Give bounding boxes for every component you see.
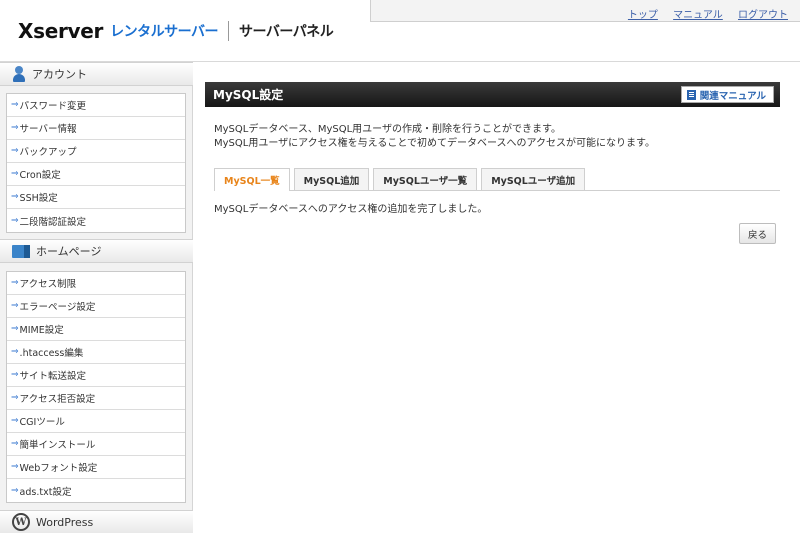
back-button[interactable]: 戻る [739,223,776,244]
arrow-icon: ⇒ [11,324,19,334]
top-links: トップ マニュアル ログアウト [616,6,788,21]
page-title-bar: MySQL設定 関連マニュアル [205,82,780,107]
arrow-icon: ⇒ [11,347,19,357]
sidebar-section-account: アカウント [0,62,193,86]
sidebar-item-cgi-tools[interactable]: ⇒ CGIツール [7,410,185,433]
sidebar-item-cron[interactable]: ⇒ Cron設定 [7,163,185,186]
logo-server-panel: サーバーパネル [239,24,334,40]
arrow-icon: ⇒ [11,215,19,226]
sidebar-item-mime[interactable]: ⇒ MIME設定 [7,318,185,341]
sidebar-item-easy-install[interactable]: ⇒ 簡単インストール [7,433,185,456]
header: トップ マニュアル ログアウト Xserver レンタルサーバー サーバーパネル [0,0,800,62]
sidebar-item-server-info[interactable]: ⇒ サーバー情報 [7,117,185,140]
sidebar-item-access-deny[interactable]: ⇒ アクセス拒否設定 [7,387,185,410]
sidebar-item-label: アクセス拒否設定 [19,394,96,405]
logo-xserver: Xserver [18,19,104,43]
description-line: MySQL用ユーザにアクセス権を与えることで初めてデータベースへのアクセスが可能… [214,138,656,149]
page-description: MySQLデータベース、MySQL用ユーザの作成・削除を行うことができます。 M… [214,123,780,151]
description-line: MySQLデータベース、MySQL用ユーザの作成・削除を行うことができます。 [214,124,561,135]
tab-mysql-add[interactable]: MySQL追加 [293,168,370,190]
related-manual-label: 関連マニュアル [699,90,766,102]
arrow-icon: ⇒ [11,485,19,496]
sidebar-item-htaccess[interactable]: ⇒ .htaccess編集 [7,341,185,364]
sidebar-section-title: ホームページ [36,245,102,258]
page-title: MySQL設定 [213,88,284,102]
logout-link[interactable]: ログアウト [738,10,788,21]
manual-link[interactable]: マニュアル [673,10,723,21]
logo[interactable]: Xserver レンタルサーバー サーバーパネル [18,18,334,44]
sidebar-homepage-list: ⇒ アクセス制限 ⇒ エラーページ設定 ⇒ MIME設定 ⇒ .htaccess編集 ⇒… [6,271,186,503]
account-icon [12,66,26,82]
sidebar-item-label: CGIツール [19,417,65,428]
sidebar-item-ssh[interactable]: ⇒ SSH設定 [7,186,185,209]
sidebar-item-access-restriction[interactable]: ⇒ アクセス制限 [7,272,185,295]
sidebar-item-label: ads.txt設定 [19,486,72,498]
sidebar-item-label: Webフォント設定 [19,463,98,474]
completion-message: MySQLデータベースへのアクセス権の追加を完了しました。 [214,204,488,215]
arrow-icon: ⇒ [11,278,19,288]
sidebar-section-homepage: ホームページ [0,239,193,263]
sidebar-item-label: Cron設定 [19,170,61,181]
sidebar-item-label: パスワード変更 [19,101,87,112]
sidebar-item-label: 二段階認証設定 [19,216,87,228]
tab-mysql-user-add[interactable]: MySQLユーザ追加 [481,168,586,190]
arrow-icon: ⇒ [11,370,19,380]
logo-rental-server: レンタルサーバー [110,24,218,40]
arrow-icon: ⇒ [11,100,19,110]
sidebar-section-title: WordPress [36,515,94,529]
sidebar-item-label: サイト転送設定 [19,371,87,382]
sidebar-item-label: サーバー情報 [19,124,77,135]
sidebar-section-wordpress: W WordPress [0,510,193,533]
arrow-icon: ⇒ [11,462,19,472]
arrow-icon: ⇒ [11,301,19,311]
arrow-icon: ⇒ [11,439,19,449]
logo-divider [228,21,229,41]
arrow-icon: ⇒ [11,393,19,403]
main-content: MySQL設定 関連マニュアル MySQLデータベース、MySQL用ユーザの作成… [205,82,780,244]
sidebar-item-password[interactable]: ⇒ パスワード変更 [7,94,185,117]
sidebar-item-ads-txt[interactable]: ⇒ ads.txt設定 [7,479,185,502]
sidebar-item-backup[interactable]: ⇒ バックアップ [7,140,185,163]
top-link[interactable]: トップ [628,10,658,21]
sidebar-item-label: MIME設定 [19,325,64,336]
mysql-tabs: MySQL一覧 MySQL追加 MySQLユーザ一覧 MySQLユーザ追加 [214,168,780,191]
sidebar-item-label: バックアップ [19,147,77,158]
sidebar: アカウント ⇒ パスワード変更 ⇒ サーバー情報 ⇒ バックアップ ⇒ Cron設定 ⇒… [0,62,193,533]
wordpress-icon: W [12,513,30,531]
arrow-icon: ⇒ [11,146,19,156]
sidebar-item-two-factor[interactable]: ⇒ 二段階認証設定 [7,209,185,232]
homepage-icon [12,244,30,258]
sidebar-item-label: SSH設定 [19,193,58,204]
sidebar-item-label: エラーページ設定 [19,302,96,313]
sidebar-item-web-font[interactable]: ⇒ Webフォント設定 [7,456,185,479]
arrow-icon: ⇒ [11,123,19,133]
sidebar-account-list: ⇒ パスワード変更 ⇒ サーバー情報 ⇒ バックアップ ⇒ Cron設定 ⇒ SSH設定 … [6,93,186,233]
arrow-icon: ⇒ [11,192,19,202]
sidebar-item-error-page[interactable]: ⇒ エラーページ設定 [7,295,185,318]
related-manual-button[interactable]: 関連マニュアル [680,86,774,103]
header-link-bar: トップ マニュアル ログアウト [370,0,800,22]
sidebar-item-site-redirect[interactable]: ⇒ サイト転送設定 [7,364,185,387]
tab-mysql-user-list[interactable]: MySQLユーザ一覧 [373,168,478,190]
arrow-icon: ⇒ [11,169,19,179]
sidebar-item-label: .htaccess編集 [19,348,84,359]
sidebar-item-label: 簡単インストール [19,440,96,451]
tab-mysql-list[interactable]: MySQL一覧 [214,168,290,191]
sidebar-section-title: アカウント [32,68,87,81]
sidebar-item-label: アクセス制限 [19,279,77,290]
book-icon [686,89,696,100]
arrow-icon: ⇒ [11,416,19,426]
